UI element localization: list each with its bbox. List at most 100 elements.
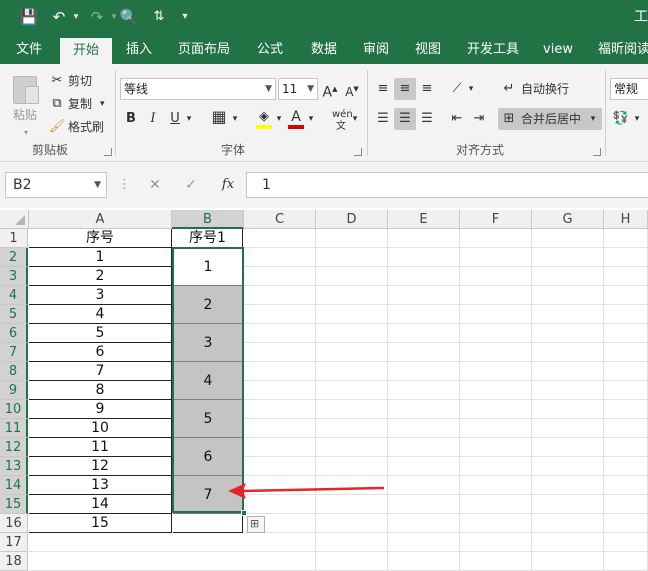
column-a-header-cell[interactable]: 序号 <box>29 229 172 248</box>
column-header-g[interactable]: G <box>532 210 604 229</box>
column-b-header-cell[interactable]: 序号1 <box>173 229 243 248</box>
print-preview-icon[interactable]: 🔍 <box>118 6 140 28</box>
tab-review[interactable]: 审阅 <box>354 36 398 64</box>
table-row[interactable]: 2 <box>29 267 172 286</box>
grid-cell[interactable] <box>29 533 244 552</box>
borders-dropdown-icon[interactable]: ▾ <box>230 110 240 128</box>
table-row[interactable]: 11 <box>29 438 172 457</box>
grid-cell[interactable] <box>316 324 388 343</box>
row-header-10[interactable]: 10 <box>0 400 28 419</box>
customize-toolbar-icon[interactable]: ▾ <box>178 6 192 28</box>
grid-cell[interactable] <box>460 229 532 248</box>
grid-cell[interactable] <box>316 229 388 248</box>
redo-icon[interactable]: ↷ <box>86 6 108 28</box>
format-painter-icon[interactable]: 🖌 <box>49 118 66 136</box>
grid-cell[interactable] <box>460 533 532 552</box>
row-header-16[interactable]: 16 <box>0 514 28 533</box>
align-bottom-icon[interactable]: ≡ <box>418 80 436 98</box>
tab-view[interactable]: 视图 <box>406 36 450 64</box>
grid-cell[interactable] <box>316 362 388 381</box>
table-row[interactable]: 9 <box>29 400 172 419</box>
grid-cell[interactable] <box>244 552 316 571</box>
spreadsheet-grid[interactable]: ABCDEFGH 1 2 3 4 5 6 7 8 9 10 11 12 13 14 15 16 17 18 序号 1… <box>0 208 648 571</box>
row-header-6[interactable]: 6 <box>0 324 28 343</box>
grid-cell[interactable] <box>244 248 316 267</box>
grid-cell[interactable] <box>388 286 460 305</box>
merged-cell[interactable]: 6 <box>173 438 243 476</box>
align-center-icon[interactable]: ☰ <box>396 110 414 128</box>
grid-cell[interactable] <box>460 438 532 457</box>
grid-cell[interactable] <box>316 343 388 362</box>
grid-cell[interactable] <box>532 400 604 419</box>
grid-cell[interactable] <box>244 400 316 419</box>
grid-cell[interactable] <box>604 533 648 552</box>
italic-button[interactable]: I <box>146 110 160 128</box>
grid-cell[interactable] <box>604 438 648 457</box>
grid-cell[interactable] <box>388 324 460 343</box>
grid-cell[interactable] <box>244 362 316 381</box>
fill-dropdown-icon[interactable]: ▾ <box>274 110 284 128</box>
grid-cell[interactable] <box>604 286 648 305</box>
grid-cell[interactable] <box>388 476 460 495</box>
table-row[interactable]: 8 <box>29 381 172 400</box>
row-header-8[interactable]: 8 <box>0 362 28 381</box>
grid-cell[interactable] <box>532 457 604 476</box>
align-right-icon[interactable]: ☰ <box>418 110 436 128</box>
grid-cell[interactable] <box>316 381 388 400</box>
grid-cell[interactable] <box>244 343 316 362</box>
grid-cell[interactable] <box>604 400 648 419</box>
grid-cell[interactable] <box>532 229 604 248</box>
grid-cell[interactable] <box>460 324 532 343</box>
grid-cell[interactable] <box>388 229 460 248</box>
grid-cell[interactable] <box>388 305 460 324</box>
grid-cell[interactable] <box>532 324 604 343</box>
grid-cell[interactable] <box>532 381 604 400</box>
wrap-text-icon[interactable]: ↵ <box>500 80 518 98</box>
row-header-2[interactable]: 2 <box>0 248 28 267</box>
row-header-5[interactable]: 5 <box>0 305 28 324</box>
grid-cell[interactable] <box>460 476 532 495</box>
grid-cell[interactable] <box>388 400 460 419</box>
grid-cell[interactable] <box>316 286 388 305</box>
grid-cell[interactable] <box>388 533 460 552</box>
column-header-e[interactable]: E <box>388 210 460 229</box>
align-left-icon[interactable]: ☰ <box>374 110 392 128</box>
table-row[interactable]: 13 <box>29 476 172 495</box>
grid-cell[interactable] <box>316 438 388 457</box>
tab-file[interactable]: 文件 <box>6 36 52 64</box>
table-row[interactable]: 1 <box>29 248 172 267</box>
font-color-button[interactable]: A <box>286 108 306 130</box>
insert-function-button[interactable]: fx <box>218 176 238 194</box>
grid-cell[interactable] <box>388 419 460 438</box>
grid-cell[interactable] <box>460 286 532 305</box>
grid-cell[interactable] <box>316 248 388 267</box>
grid-cell[interactable] <box>532 286 604 305</box>
wrap-text-button[interactable]: 自动换行 <box>521 80 569 98</box>
font-size-select[interactable]: 11 ▼ <box>278 78 318 100</box>
alignment-launcher-icon[interactable] <box>593 148 601 156</box>
decrease-font-icon[interactable]: A▼ <box>344 80 360 101</box>
grid-cell[interactable] <box>316 305 388 324</box>
grid-cell[interactable] <box>460 419 532 438</box>
table-row[interactable]: 3 <box>29 286 172 305</box>
grid-cell[interactable] <box>604 229 648 248</box>
row-header-13[interactable]: 13 <box>0 457 28 476</box>
number-format-select[interactable]: 常规 <box>610 78 648 100</box>
copy-icon[interactable]: ⧉ <box>49 95 65 113</box>
table-row[interactable]: 5 <box>29 324 172 343</box>
grid-cell[interactable] <box>388 495 460 514</box>
formula-input[interactable]: 1 <box>246 172 648 198</box>
underline-dropdown-icon[interactable]: ▾ <box>184 110 194 128</box>
grid-cell[interactable] <box>244 381 316 400</box>
grid-cell[interactable] <box>244 438 316 457</box>
row-header-14[interactable]: 14 <box>0 476 28 495</box>
underline-button[interactable]: U <box>168 110 182 128</box>
merge-center-button[interactable]: 合并后居中 <box>521 110 581 128</box>
grid-cell[interactable] <box>532 305 604 324</box>
merged-cell[interactable]: 5 <box>173 400 243 438</box>
undo-icon[interactable]: ↶ <box>48 6 70 28</box>
grid-cell[interactable] <box>604 514 648 533</box>
grid-cell[interactable] <box>532 495 604 514</box>
column-header-d[interactable]: D <box>316 210 388 229</box>
grid-cell[interactable] <box>244 419 316 438</box>
